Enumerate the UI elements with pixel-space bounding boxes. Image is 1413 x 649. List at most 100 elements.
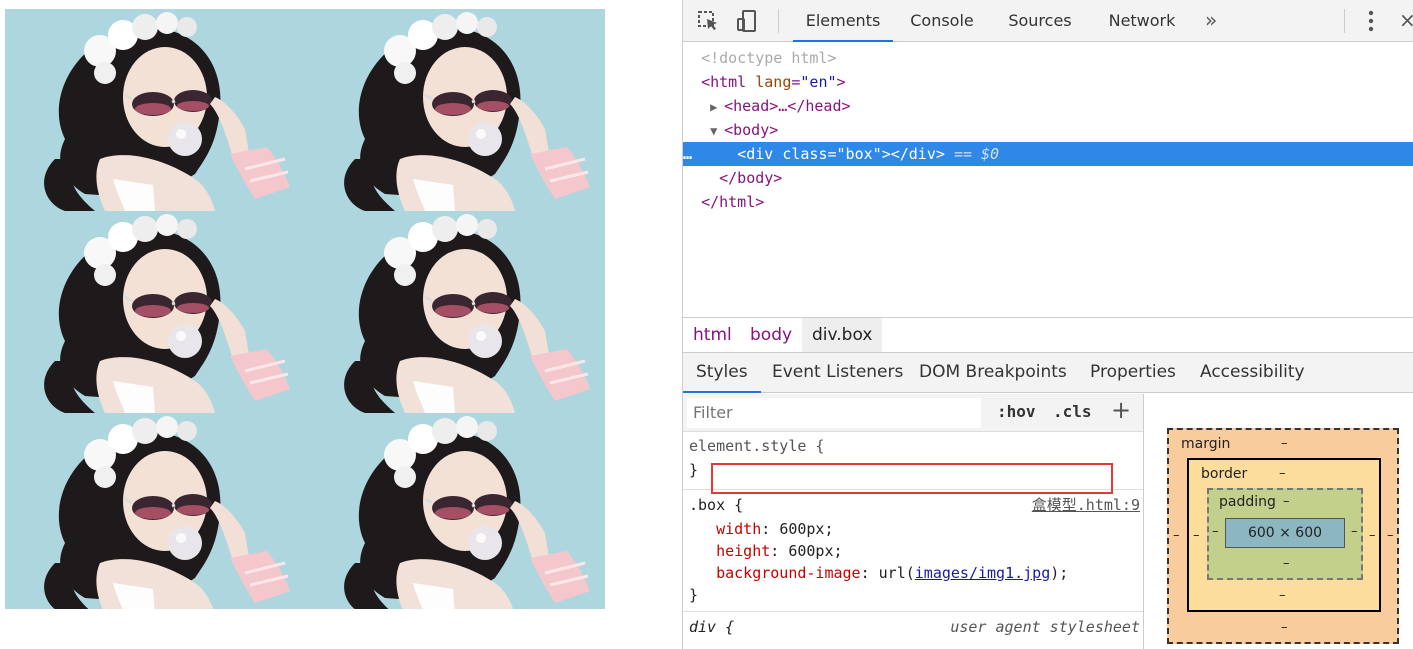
doctype-text: <!doctype html> <box>701 49 837 67</box>
devtools-toolbar: Elements Console Sources Network » × <box>683 0 1413 42</box>
prop-value-suffix: ); <box>1050 564 1069 582</box>
prop-value: 600px; <box>788 542 843 560</box>
html-attr-value: "en" <box>800 73 837 91</box>
hover-state-toggle[interactable]: :hov <box>997 402 1036 421</box>
breadcrumb-html[interactable]: html <box>683 318 742 352</box>
style-prop-background-image[interactable]: background-image: url(images/img1.jpg); <box>689 562 1068 584</box>
div-close-tag: ></div> <box>881 145 945 163</box>
customize-menu-icon[interactable] <box>1367 10 1375 32</box>
dom-node-div-selected[interactable]: … <div class="box"></div> == $0 <box>683 142 1413 166</box>
html-tag: html <box>710 73 747 91</box>
tab-elements[interactable]: Elements <box>793 0 893 42</box>
background-tile <box>305 211 605 413</box>
dom-node-head[interactable]: ▶ <head>…</head> <box>683 94 1413 118</box>
class-toggle[interactable]: .cls <box>1053 402 1092 421</box>
toolbar-separator <box>778 9 779 33</box>
user-agent-stylesheet-label: user agent stylesheet <box>950 618 1140 636</box>
margin-label: margin <box>1181 436 1231 452</box>
screen: Elements Console Sources Network » × <!d… <box>0 0 1413 649</box>
dom-node-html-close[interactable]: </html> <box>683 190 1413 214</box>
box-model-border[interactable]: border – – – – padding – – – – 600 × 600 <box>1187 458 1381 612</box>
prop-value: 600px; <box>779 520 834 538</box>
prop-name: width <box>716 520 762 538</box>
ua-style-rule: div { user agent stylesheet <box>683 612 1143 649</box>
dom-node-body[interactable]: ▼ <body> <box>683 118 1413 142</box>
margin-bottom-value[interactable]: – <box>1281 620 1288 635</box>
background-tile <box>5 211 305 413</box>
padding-label: padding <box>1219 494 1276 510</box>
element-style-text: element.style { <box>689 437 825 455</box>
prop-value-prefix: url( <box>878 564 915 582</box>
sidebar-tabs: Styles Event Listeners DOM Breakpoints P… <box>683 353 1413 393</box>
background-tile <box>5 9 305 211</box>
collapse-triangle-icon[interactable]: ▼ <box>710 119 724 143</box>
padding-bottom-value[interactable]: – <box>1283 556 1290 571</box>
head-tag: <head>…</head> <box>724 97 851 115</box>
div-attr-value: "box" <box>836 145 882 163</box>
border-top-value[interactable]: – <box>1279 466 1286 481</box>
margin-left-value[interactable]: – <box>1173 528 1180 543</box>
prop-name: background-image <box>716 564 861 582</box>
box-selector[interactable]: .box { <box>689 494 743 516</box>
box-rule-source-link[interactable]: 盒模型.html:9 <box>1032 494 1140 516</box>
tab-event-listeners[interactable]: Event Listeners <box>759 353 916 393</box>
device-toolbar-icon[interactable] <box>735 9 759 33</box>
box-style-rule: .box { 盒模型.html:9 width: 600px; height: … <box>683 490 1143 612</box>
styles-filter-input[interactable] <box>687 398 981 428</box>
style-prop-width[interactable]: width: 600px; <box>689 518 834 540</box>
close-devtools-icon[interactable]: × <box>1399 8 1413 32</box>
node-actions-ellipsis-icon[interactable]: … <box>683 145 692 163</box>
margin-top-value[interactable]: – <box>1281 436 1288 451</box>
padding-top-value[interactable]: – <box>1283 494 1290 509</box>
html-attr-name: lang <box>755 73 792 91</box>
rule-close-brace: } <box>689 461 699 479</box>
breadcrumb-div-box[interactable]: div.box <box>802 318 883 352</box>
dom-node-body-close[interactable]: </body> <box>683 166 1413 190</box>
dom-node-html[interactable]: <html lang="en"> <box>683 70 1413 94</box>
style-prop-height[interactable]: height: 600px; <box>689 540 843 562</box>
background-tile <box>305 413 605 609</box>
margin-right-value[interactable]: – <box>1387 528 1394 543</box>
dom-tree: <!doctype html> <html lang="en"> ▶ <head>… <box>683 44 1413 316</box>
border-left-value[interactable]: – <box>1193 528 1200 543</box>
background-image-url-link[interactable]: images/img1.jpg <box>915 564 1050 582</box>
tab-console[interactable]: Console <box>901 0 983 42</box>
background-tile <box>5 413 305 609</box>
devtools-panel: Elements Console Sources Network » × <!d… <box>682 0 1413 649</box>
html-close-tag: </html> <box>701 193 765 211</box>
tab-accessibility[interactable]: Accessibility <box>1187 353 1318 393</box>
new-style-rule-icon[interactable]: + <box>1111 396 1131 424</box>
padding-right-value[interactable]: – <box>1351 524 1358 539</box>
breadcrumb-body[interactable]: body <box>740 318 802 352</box>
element-style-selector[interactable]: element.style { <box>689 435 824 457</box>
body-close-tag: </body> <box>719 169 783 187</box>
more-tabs-chevron-icon[interactable]: » <box>1205 0 1217 42</box>
border-right-value[interactable]: – <box>1369 528 1376 543</box>
tab-dom-breakpoints[interactable]: DOM Breakpoints <box>906 353 1080 393</box>
styles-pane: :hov .cls + element.style { } .box { 盒模型… <box>683 394 1144 649</box>
tab-sources[interactable]: Sources <box>999 0 1081 42</box>
box-model-content-size[interactable]: 600 × 600 <box>1225 518 1345 548</box>
background-tile <box>305 9 605 211</box>
padding-left-value[interactable]: – <box>1212 524 1219 539</box>
prop-name: height <box>716 542 771 560</box>
box-model-padding[interactable]: padding – – – – 600 × 600 <box>1207 488 1363 580</box>
body-tag: <body> <box>724 121 779 139</box>
console-ref-hint: == $0 <box>953 145 1000 163</box>
expand-triangle-icon[interactable]: ▶ <box>710 95 724 119</box>
tab-network[interactable]: Network <box>1097 0 1187 42</box>
div-tag: <div <box>737 145 783 163</box>
ua-selector[interactable]: div { <box>689 616 734 638</box>
border-label: border <box>1201 466 1248 482</box>
breadcrumb: html body div.box <box>683 317 1413 353</box>
tab-styles[interactable]: Styles <box>683 353 761 393</box>
page-preview-box <box>5 9 605 609</box>
dom-node-doctype[interactable]: <!doctype html> <box>683 46 1413 70</box>
rule-close-brace: } <box>689 586 699 604</box>
inspect-element-icon[interactable] <box>696 9 720 33</box>
box-model-margin[interactable]: margin – – – – border – – – – padding – … <box>1167 428 1399 644</box>
div-attr-name: class <box>782 145 828 163</box>
tab-properties[interactable]: Properties <box>1077 353 1189 393</box>
border-bottom-value[interactable]: – <box>1279 588 1286 603</box>
styles-filter-bar: :hov .cls + <box>683 394 1143 432</box>
